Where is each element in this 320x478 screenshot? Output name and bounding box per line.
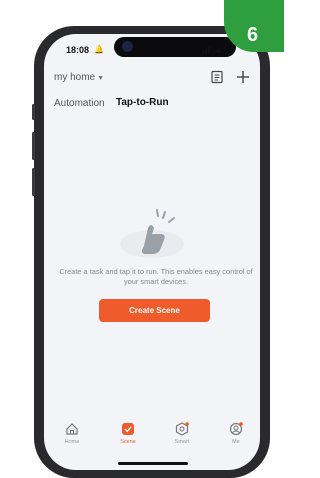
tab-scene-label: Scene [120,439,136,445]
mute-switch [32,104,35,120]
tap-hand-illustration [120,209,184,258]
profile-icon [229,422,243,436]
home-indicator[interactable] [118,462,188,465]
status-time: 18:08 [66,45,90,55]
log-list-icon[interactable] [210,70,224,84]
home-selector[interactable]: my home ▼ [54,72,104,83]
caret-down-icon: ▼ [97,75,105,82]
create-scene-button[interactable]: Create Scene [99,299,210,322]
tab-smart[interactable]: Smart [162,422,202,445]
tab-me-label: Me [232,439,240,445]
tab-me[interactable]: Me [216,422,256,445]
tab-automation[interactable]: Automation [54,98,105,109]
silent-bell-icon: 🔔 [94,45,104,54]
home-icon [66,423,78,435]
camera-icon [122,41,133,52]
tab-home[interactable]: Home [52,422,92,445]
scene-icon [122,423,134,435]
step-number: 6 [247,24,259,46]
volume-up-button [32,132,35,160]
tab-smart-label: Smart [174,439,190,445]
empty-state-message: Create a task and tap it to run. This en… [59,267,253,286]
volume-down-button [32,168,35,196]
add-icon[interactable] [236,70,250,84]
smart-icon [175,422,189,436]
tab-home-label: Home [64,439,80,445]
home-selector-label: my home [54,72,96,83]
screen: 18:08 🔔 my home ▼ Automation Tap-to-Run C… [44,34,260,470]
tab-tap-to-run[interactable]: Tap-to-Run [116,97,169,108]
signal-wifi-icons [202,45,224,56]
tab-scene[interactable]: Scene [108,422,148,445]
